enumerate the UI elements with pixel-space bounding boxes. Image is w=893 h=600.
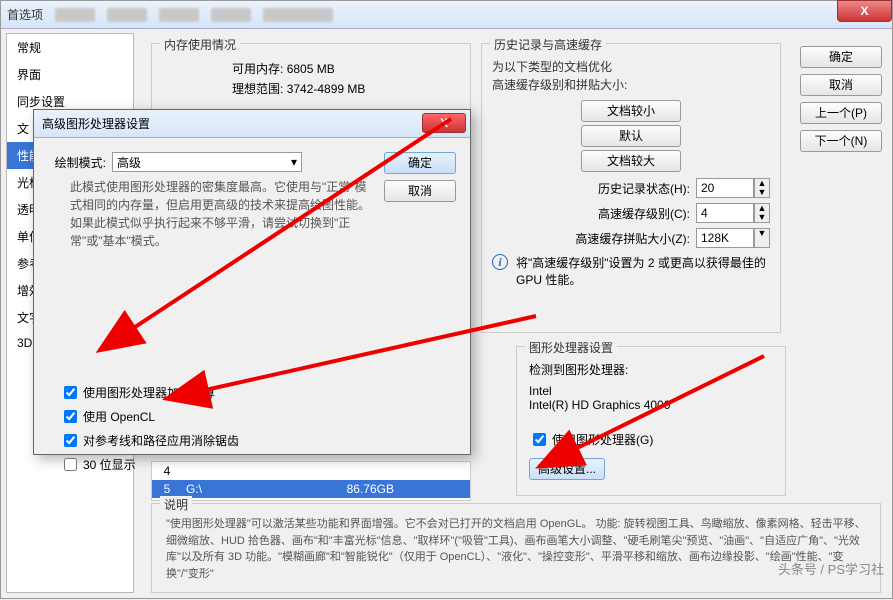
gpu-detect-label: 检测到图形处理器: xyxy=(529,361,773,378)
sidebar-item-interface[interactable]: 界面 xyxy=(7,61,133,88)
gpu-model: Intel(R) HD Graphics 4000 xyxy=(529,398,773,412)
sidebar-item-general[interactable]: 常规 xyxy=(7,34,133,61)
opencl-checkbox[interactable]: 使用 OpenCL xyxy=(60,407,239,426)
prev-button[interactable]: 上一个(P) xyxy=(800,102,882,124)
history-states-label: 历史记录状态(H): xyxy=(492,180,696,197)
doc-small-button[interactable]: 文档较小 xyxy=(581,100,681,122)
draw-mode-desc: 此模式使用图形处理器的密集度最高。它使用与"正常"模式相同的内存量，但启用更高级… xyxy=(70,178,370,250)
history-states-input[interactable] xyxy=(696,178,754,198)
gpu-settings-group: 图形处理器设置 检测到图形处理器: Intel Intel(R) HD Grap… xyxy=(516,346,786,496)
tile-size-label: 高速缓存拼贴大小(Z): xyxy=(492,230,696,247)
cache-info-text: 将"高速缓存级别"设置为 2 或更高以获得最佳的 GPU 性能。 xyxy=(516,254,770,288)
cache-levels-label: 高速缓存级别(C): xyxy=(492,205,696,222)
tile-size-input[interactable] xyxy=(696,228,754,248)
use-gpu-check-input[interactable] xyxy=(533,433,546,446)
next-button[interactable]: 下一个(N) xyxy=(800,130,882,152)
optimize-text2: 高速缓存级别和拼贴大小: xyxy=(492,76,770,94)
accel-checkbox[interactable]: 使用图形处理器加速计算 xyxy=(60,383,239,402)
desc-group-label: 说明 xyxy=(160,496,192,513)
history-cache-group: 历史记录与高速缓存 为以下类型的文档优化 高速缓存级别和拼贴大小: 文档较小 默… xyxy=(481,43,781,333)
cancel-button[interactable]: 取消 xyxy=(800,74,882,96)
modal-close-button[interactable]: X xyxy=(422,113,466,133)
dialog-action-buttons: 确定 取消 上一个(P) 下一个(N) xyxy=(800,46,882,158)
levels-spinner[interactable]: ▲▼ xyxy=(754,203,770,223)
main-titlebar: 首选项 X xyxy=(1,1,892,29)
description-text: "使用图形处理器"可以激活某些功能和界面增强。它不会对已打开的文档启用 Open… xyxy=(152,504,880,594)
antialias-checkbox[interactable]: 对参考线和路径应用消除锯齿 xyxy=(60,431,239,450)
ideal-range-label: 理想范围: xyxy=(232,82,283,96)
use-gpu-checkbox[interactable]: 使用图形处理器(G) xyxy=(529,430,773,449)
cache-levels-input[interactable] xyxy=(696,203,754,223)
gpu-group-label: 图形处理器设置 xyxy=(525,339,617,356)
description-group: 说明 "使用图形处理器"可以激活某些功能和界面增强。它不会对已打开的文档启用 O… xyxy=(151,503,881,593)
window-title: 首选项 xyxy=(7,6,43,23)
gpu-advanced-button[interactable]: 高级设置... xyxy=(529,458,605,480)
modal-titlebar: 高级图形处理器设置 X xyxy=(34,110,470,138)
table-row[interactable]: 5 G:\ 86.76GB xyxy=(152,480,470,498)
doc-large-button[interactable]: 文档较大 xyxy=(581,150,681,172)
history-group-label: 历史记录与高速缓存 xyxy=(490,36,606,53)
info-icon: i xyxy=(492,254,508,270)
chevron-down-icon: ▾ xyxy=(291,155,297,169)
memory-usage-group: 内存使用情况 可用内存: 6805 MB 理想范围: 3742-4899 MB xyxy=(151,43,471,113)
states-spinner[interactable]: ▲▼ xyxy=(754,178,770,198)
ok-button[interactable]: 确定 xyxy=(800,46,882,68)
advanced-gpu-dialog: 高级图形处理器设置 X 绘制模式: 高级 ▾ 此模式使用图形处理器的密集度最高。… xyxy=(33,109,471,455)
ideal-range-value: 3742-4899 MB xyxy=(287,82,366,96)
gpu-vendor: Intel xyxy=(529,384,773,398)
doc-default-button[interactable]: 默认 xyxy=(581,125,681,147)
draw-mode-select[interactable]: 高级 ▾ xyxy=(112,152,302,172)
draw-mode-label: 绘制模式: xyxy=(52,154,112,171)
modal-cancel-button[interactable]: 取消 xyxy=(384,180,456,202)
optimize-text1: 为以下类型的文档优化 xyxy=(492,58,770,76)
tile-spinner[interactable]: ▼ xyxy=(754,228,770,248)
avail-mem-label: 可用内存: xyxy=(232,62,283,76)
bit30-checkbox[interactable]: 30 位显示 xyxy=(60,455,239,474)
close-button[interactable]: X xyxy=(837,0,892,22)
memory-group-label: 内存使用情况 xyxy=(160,36,240,53)
watermark-text: 头条号 / PS学习社 xyxy=(778,559,884,578)
modal-title: 高级图形处理器设置 xyxy=(42,115,150,132)
avail-mem-value: 6805 MB xyxy=(287,62,335,76)
modal-ok-button[interactable]: 确定 xyxy=(384,152,456,174)
